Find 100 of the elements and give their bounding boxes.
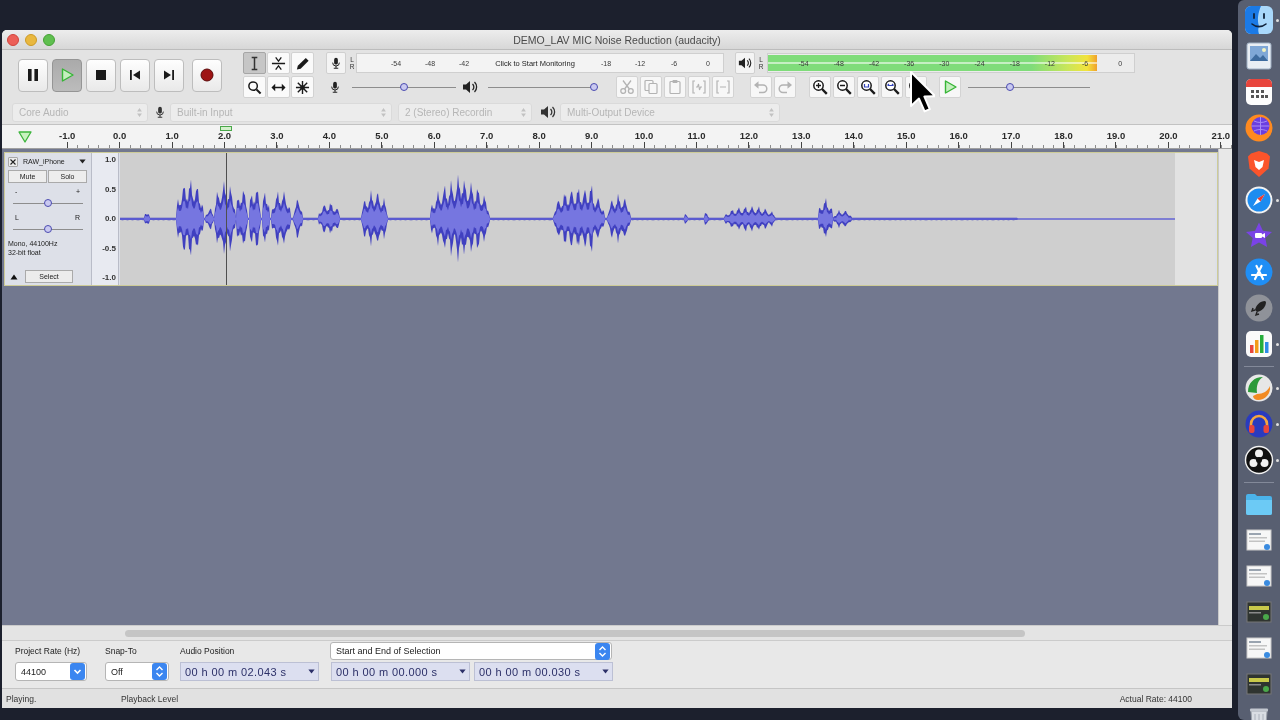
stop-icon: [93, 67, 109, 83]
caret-icon: [602, 669, 609, 674]
amplitude-scale-label: -0.5: [102, 243, 116, 254]
time-ruler-label: 10.0: [634, 130, 654, 141]
slider-thumb[interactable]: [43, 225, 52, 233]
fit-project-button[interactable]: [881, 76, 903, 98]
time-ruler-label: -1.0: [59, 130, 76, 141]
triangle-marker-icon: [18, 130, 32, 143]
rocket-icon[interactable]: [1244, 293, 1274, 323]
time-ruler-label: 13.0: [792, 130, 811, 141]
zoom-to-selection-icon: [860, 79, 876, 95]
speaker-icon: [738, 56, 752, 70]
pause-icon: [25, 67, 41, 83]
audio-position-field[interactable]: 00 h 00 m 02.043 s: [180, 662, 319, 681]
close-icon: [10, 158, 16, 165]
up-down-arrows-icon: [136, 106, 143, 118]
time-ruler-label: 15.0: [896, 130, 916, 141]
project-rate-combobox[interactable]: 44100: [15, 662, 87, 681]
globe-icon[interactable]: [1244, 113, 1274, 143]
time-ruler-label: 12.0: [739, 130, 759, 141]
amplitude-scale-label: 1.0: [104, 155, 116, 165]
record-button[interactable]: [192, 58, 222, 92]
time-ruler-label: 21.0: [1211, 130, 1231, 141]
time-ruler-label: 17.0: [1001, 130, 1021, 141]
time-ruler-label: 19.0: [1106, 130, 1126, 141]
horizontal-scrollbar[interactable]: [2, 625, 1232, 640]
slider-thumb[interactable]: [1005, 83, 1014, 91]
playhead-marker-icon: [220, 126, 232, 131]
selection-end-field[interactable]: 00 h 00 m 00.030 s: [474, 662, 613, 681]
slider-thumb[interactable]: [43, 199, 52, 207]
pause-button[interactable]: [18, 58, 48, 92]
slider-thumb[interactable]: [400, 83, 408, 91]
stop-button[interactable]: [86, 58, 116, 92]
pencil-icon: [295, 55, 310, 71]
play-icon: [942, 79, 958, 95]
crossed-sticks-icon[interactable]: [1244, 257, 1274, 287]
close-button[interactable]: [7, 33, 19, 46]
amplitude-scale-label: -1.0: [102, 273, 116, 283]
zoom-out-button[interactable]: [833, 76, 855, 98]
status-message: Playing.: [6, 693, 37, 704]
amplitude-scale-label: 0.5: [104, 184, 116, 195]
speaker-icon: [462, 79, 478, 95]
skip-to-end-button[interactable]: [154, 58, 184, 92]
draw-tool-button[interactable]: [291, 52, 314, 74]
compass-icon[interactable]: [1244, 185, 1274, 215]
recording-meter-button[interactable]: [326, 52, 346, 74]
bar-chart-icon[interactable]: [1244, 329, 1274, 359]
time-shift-tool-button[interactable]: [267, 76, 290, 98]
swirl-icon[interactable]: [1244, 373, 1274, 403]
clipboard-icon: [667, 79, 683, 95]
time-ruler-label: 4.0: [322, 130, 336, 141]
envelope-tool-button[interactable]: [267, 52, 290, 74]
time-ruler-label: 14.0: [844, 130, 864, 141]
status-field-text: Playback Level: [121, 693, 179, 704]
snap-to-dropdown[interactable]: Off: [105, 662, 169, 681]
calendar-icon[interactable]: [1244, 77, 1274, 107]
vertical-scrollbar[interactable]: [1218, 149, 1232, 625]
microphone-icon: [330, 55, 342, 71]
slider-thumb[interactable]: [590, 83, 598, 91]
up-down-arrows-icon: [595, 642, 610, 660]
time-ruler-label: 6.0: [427, 130, 441, 141]
scrollbar-thumb[interactable]: [125, 629, 1025, 637]
up-down-arrows-icon: [380, 106, 387, 118]
caret-icon: [308, 669, 315, 674]
actual-rate-text: Actual Rate: 44100: [1119, 693, 1192, 704]
headphones-icon[interactable]: [1244, 409, 1274, 439]
selection-start-field[interactable]: 00 h 00 m 00.000 s: [331, 662, 470, 681]
undo-arrow-icon: [753, 79, 769, 95]
time-ruler-label: 3.0: [270, 130, 284, 141]
track-close-button[interactable]: [8, 156, 18, 167]
skip-to-start-button[interactable]: [120, 58, 150, 92]
time-ruler-label: 8.0: [532, 130, 546, 141]
zoom-out-icon: [836, 79, 852, 95]
selection-mode-dropdown[interactable]: Start and End of Selection: [330, 642, 612, 660]
aperture-icon[interactable]: [1244, 445, 1274, 475]
multi-tool-button[interactable]: [291, 76, 314, 98]
skip-to-start-icon: [127, 67, 143, 83]
zoom-in-button[interactable]: [809, 76, 831, 98]
face-icon[interactable]: [1244, 5, 1274, 35]
time-ruler-label: 16.0: [949, 130, 968, 141]
microphone-icon: [329, 79, 341, 95]
magnifier-icon: [247, 79, 262, 95]
field-label: Project Rate (Hz): [15, 646, 81, 656]
time-ruler-label: 20.0: [1159, 130, 1178, 141]
time-ruler-label: 11.0: [687, 130, 706, 141]
selection-tool-button[interactable]: [243, 52, 266, 74]
fit-selection-button[interactable]: [857, 76, 879, 98]
field-label: Snap-To: [105, 646, 137, 656]
maximize-button[interactable]: [43, 33, 55, 46]
landscape-picture-icon[interactable]: [1244, 41, 1274, 71]
zoom-tool-button[interactable]: [243, 76, 266, 98]
time-ruler-label: 0.0: [113, 130, 127, 141]
caret-icon: [79, 159, 86, 164]
asterisk-icon: [295, 79, 310, 95]
redo-arrow-icon: [777, 79, 793, 95]
playback-meter-button[interactable]: [735, 52, 755, 74]
time-ruler-label: 18.0: [1054, 130, 1073, 141]
time-ruler-label: 9.0: [585, 130, 599, 141]
up-triangle-icon: [10, 273, 18, 280]
trim-icon: [691, 79, 707, 95]
